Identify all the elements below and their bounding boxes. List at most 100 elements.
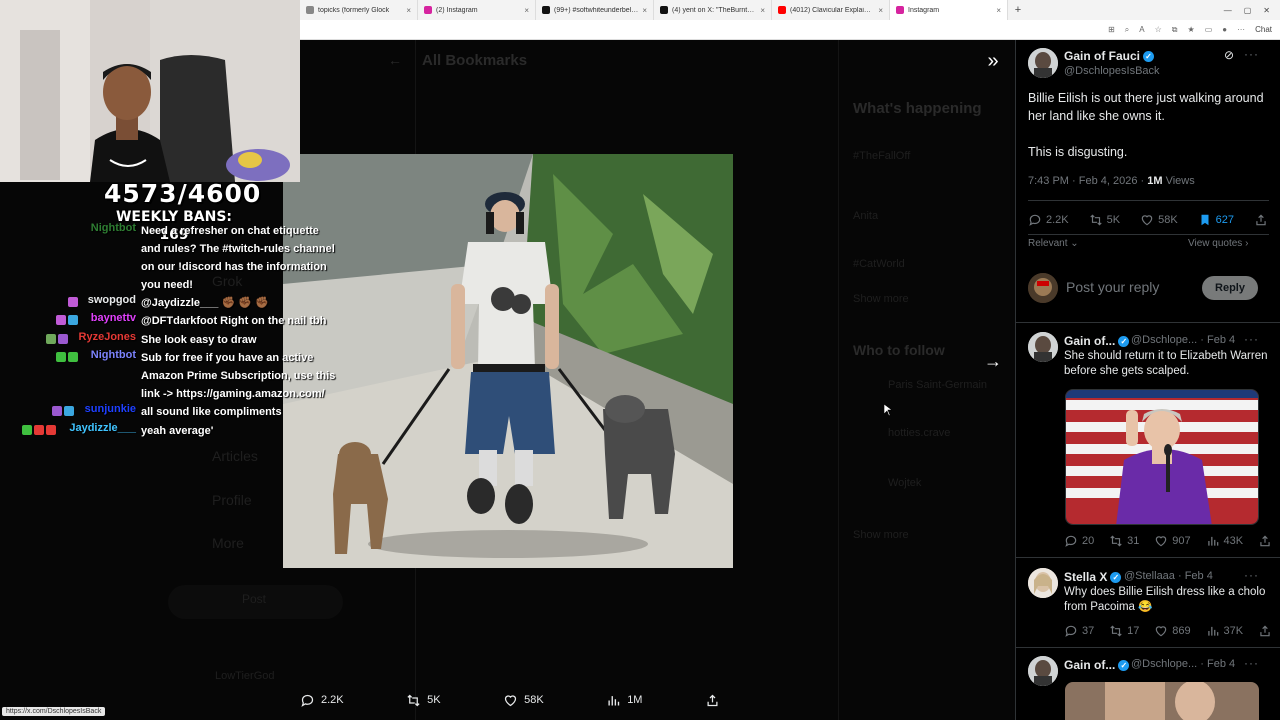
sort-relevant-dropdown[interactable]: Relevant ⌄ <box>1028 238 1079 249</box>
streamer-webcam <box>0 0 300 182</box>
browser-tab-3[interactable]: (99+) #softwhiteunderbelly #cartel × <box>536 0 654 20</box>
author-handle[interactable]: @DschlopesIsBack <box>1064 65 1160 77</box>
show-more-follows: Show more <box>853 529 909 541</box>
browser-tab-4[interactable]: (4) yent on X: "TheBurntPeanut re × <box>654 0 772 20</box>
reply-count: 37 <box>1082 625 1095 637</box>
media-share-button[interactable] <box>705 693 720 708</box>
close-tab-icon[interactable]: × <box>524 6 529 15</box>
views-button[interactable]: 43K <box>1206 534 1244 548</box>
reply-handle[interactable]: @Dschlope... · Feb 4 <box>1131 658 1235 670</box>
like-button[interactable]: 907 <box>1154 534 1191 548</box>
collapse-panel-icon[interactable]: » <box>982 50 1004 72</box>
repost-button[interactable]: 31 <box>1109 534 1139 548</box>
post-views-count: 1M <box>1147 175 1163 187</box>
like-button[interactable]: 869 <box>1154 624 1191 638</box>
post-time: 7:43 PM · Feb 4, 2026 · <box>1028 175 1148 187</box>
like-button[interactable]: 58K <box>1140 213 1178 227</box>
reply-author[interactable]: Gain of... ✓ <box>1064 658 1130 672</box>
views-button[interactable]: 37K <box>1206 624 1244 638</box>
post-text-line2: This is disgusting. <box>1028 145 1128 159</box>
reply-image[interactable] <box>1065 389 1259 525</box>
browser-tab-6[interactable]: Instagram × <box>890 0 1008 20</box>
media-like-button[interactable]: 58K <box>503 693 544 708</box>
chat-username: RyzeJones <box>78 331 136 343</box>
window-controls: — ▢ ✕ <box>1224 6 1280 15</box>
browser-tab-2[interactable]: (2) Instagram × <box>418 0 536 20</box>
divider <box>1028 234 1269 235</box>
tab-favicon <box>542 6 550 14</box>
repost-count: 5K <box>1106 214 1121 226</box>
repost-button[interactable]: 17 <box>1109 624 1139 638</box>
more-options-icon[interactable]: ··· <box>1244 568 1259 582</box>
grid-icon[interactable]: ⊞ <box>1108 25 1115 34</box>
profile-icon[interactable]: ● <box>1222 25 1227 34</box>
browser-tab-5[interactable]: (4012) Clavicular Explains the Eye × <box>772 0 890 20</box>
repost-icon <box>1110 625 1122 637</box>
close-tab-icon[interactable]: × <box>996 6 1001 15</box>
close-tab-icon[interactable]: × <box>406 6 411 15</box>
maximize-icon[interactable]: ▢ <box>1244 6 1252 15</box>
browser-tab-1[interactable]: topicks (formerly Glock × <box>300 0 418 20</box>
share-button[interactable] <box>1258 534 1272 548</box>
zoom-icon[interactable]: ⌕ <box>1125 25 1129 35</box>
favorites-icon[interactable]: ★ <box>1188 25 1195 34</box>
close-tab-icon[interactable]: × <box>760 6 765 15</box>
tab-favicon <box>660 6 668 14</box>
divider <box>1028 200 1269 201</box>
reply-avatar[interactable] <box>1028 568 1058 598</box>
avatar-image <box>1028 48 1058 78</box>
close-window-icon[interactable]: ✕ <box>1263 6 1270 15</box>
media-reply-button[interactable]: 2.2K <box>300 693 344 708</box>
favorite-star-icon[interactable]: ☆ <box>1155 25 1162 34</box>
reply-author[interactable]: Stella X ✓ <box>1064 570 1122 584</box>
extensions-icon[interactable]: ⧉ <box>1172 25 1178 35</box>
chevron-right-icon: › <box>1245 238 1249 249</box>
view-quotes-link[interactable]: View quotes › <box>1188 238 1248 249</box>
reply-submit-button[interactable]: Reply <box>1202 276 1258 300</box>
reply-text: She should return it to Elizabeth Warren… <box>1064 350 1268 377</box>
reply-handle[interactable]: @Dschlope... · Feb 4 <box>1131 334 1235 346</box>
tab-title: (2) Instagram <box>436 6 478 14</box>
reply-handle[interactable]: @Stellaaa · Feb 4 <box>1124 570 1213 582</box>
read-aloud-icon[interactable]: A <box>1139 25 1144 34</box>
more-options-icon[interactable]: ··· <box>1244 656 1259 670</box>
more-options-icon[interactable]: ··· <box>1244 332 1259 346</box>
more-options-icon[interactable]: ··· <box>1244 47 1259 61</box>
collections-icon[interactable]: ▭ <box>1205 25 1213 34</box>
bookmark-button[interactable]: 627 <box>1198 213 1234 227</box>
close-tab-icon[interactable]: × <box>642 6 647 15</box>
bookmarks-header: All Bookmarks <box>422 52 528 69</box>
chat-button[interactable]: Chat <box>1255 25 1272 34</box>
close-tab-icon[interactable]: × <box>878 6 883 15</box>
next-media-arrow-icon[interactable]: → <box>982 350 1004 372</box>
reply-avatar[interactable] <box>1028 332 1058 362</box>
reply-button[interactable]: 37 <box>1064 624 1094 638</box>
reply-handle-text: @Stellaaa <box>1124 570 1175 582</box>
reply-author[interactable]: Gain of... ✓ <box>1064 334 1130 348</box>
bookmark-filled-icon <box>1201 214 1209 226</box>
repost-button[interactable]: 5K <box>1089 213 1120 227</box>
author-name[interactable]: Gain of Fauci ✓ <box>1064 49 1155 63</box>
nav-more: More <box>212 535 244 551</box>
minimize-icon[interactable]: — <box>1224 6 1232 15</box>
reply-image[interactable] <box>1065 682 1259 720</box>
media-views-button[interactable]: 1M <box>606 693 642 708</box>
author-avatar[interactable] <box>1028 48 1058 78</box>
post-text-line1: Billie Eilish is out there just walking … <box>1028 91 1264 123</box>
new-tab-button[interactable]: + <box>1008 4 1028 16</box>
reply-button[interactable]: 2.2K <box>1028 213 1069 227</box>
more-menu-icon[interactable]: ··· <box>1237 25 1245 34</box>
views-count: 43K <box>1223 535 1244 547</box>
reply-button[interactable]: 20 <box>1064 534 1094 548</box>
views-count: 37K <box>1223 625 1244 637</box>
post-detail-panel: Gain of Fauci ✓ @DschlopesIsBack ⊘ ··· Bi… <box>1015 40 1280 720</box>
reply-handle-text: @Dschlope... <box>1131 658 1198 670</box>
reply-input[interactable]: Post your reply <box>1066 279 1159 295</box>
share-button[interactable] <box>1254 213 1268 227</box>
my-avatar[interactable] <box>1028 273 1058 303</box>
reply-avatar[interactable] <box>1028 656 1058 686</box>
media-repost-button[interactable]: 5K <box>406 693 441 708</box>
grok-explain-icon[interactable]: ⊘ <box>1224 48 1234 62</box>
bookmark-count: 627 <box>1215 214 1234 226</box>
share-button[interactable] <box>1258 624 1272 638</box>
